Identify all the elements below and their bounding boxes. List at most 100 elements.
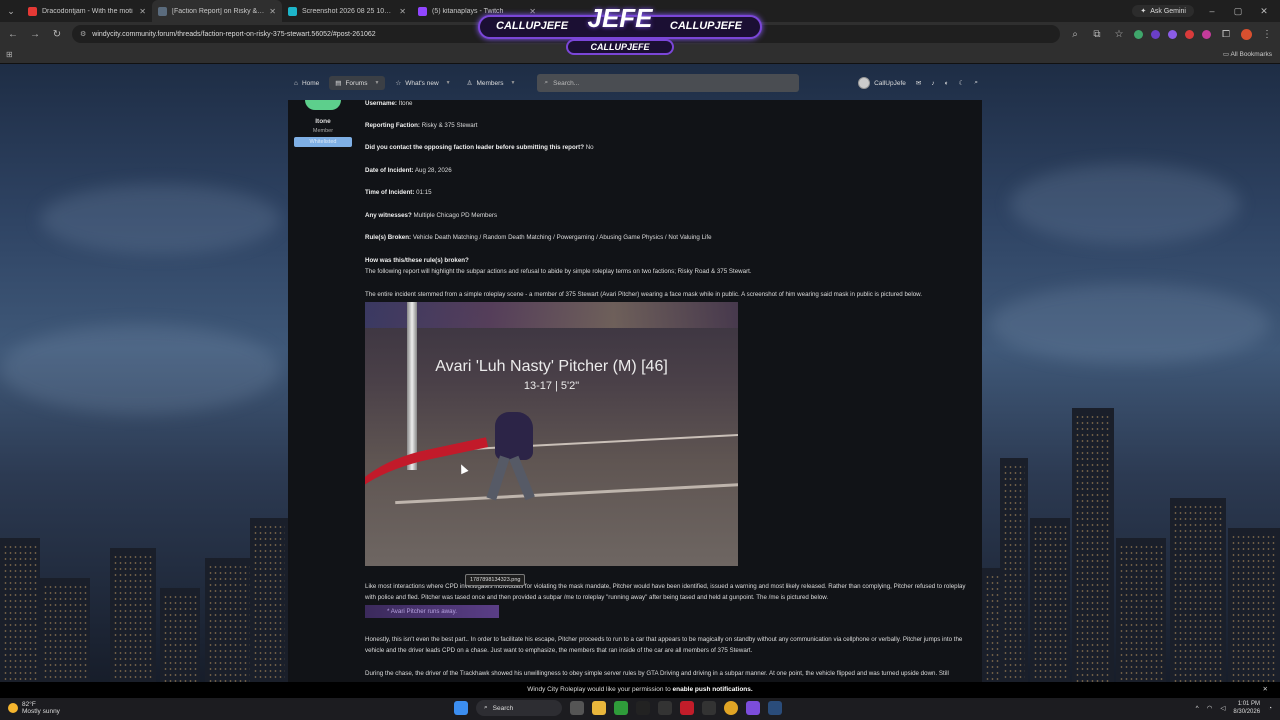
extension-purple-icon[interactable] xyxy=(1151,29,1160,39)
search-icon: ⌕ xyxy=(544,79,549,86)
scene-red-curb xyxy=(365,437,501,537)
taskbar-search[interactable]: ⌕ Search xyxy=(476,700,562,716)
app-icon[interactable] xyxy=(658,701,672,715)
paragraph-3: Honestly, this isn't even the best part.… xyxy=(365,636,963,654)
extension-red-icon[interactable] xyxy=(1185,29,1194,39)
bookmark-star-icon[interactable]: ☆ xyxy=(1112,29,1126,40)
ask-gemini-button[interactable]: ✦ Ask Gemini xyxy=(1132,5,1194,17)
volume-icon[interactable]: ◁ xyxy=(1220,704,1225,712)
background-cloud xyxy=(40,184,280,254)
envelope-icon[interactable]: ✉ xyxy=(916,79,921,87)
xbox-icon[interactable] xyxy=(614,701,628,715)
field-row: Date of Incident: Aug 28, 2026 xyxy=(365,167,452,174)
profile-avatar[interactable] xyxy=(1241,28,1252,40)
extension-magenta-icon[interactable] xyxy=(1202,29,1211,39)
scene-character xyxy=(483,406,545,506)
back-icon[interactable]: ← xyxy=(6,29,20,40)
search-icon: ⌕ xyxy=(484,704,488,711)
forward-icon[interactable]: → xyxy=(28,29,42,40)
close-tab-icon[interactable]: ✕ xyxy=(269,7,276,16)
nav-members[interactable]: ♙ Members ▼ xyxy=(461,76,522,90)
clock[interactable]: 1:01 PM 8/30/2026 xyxy=(1233,700,1260,716)
minimize-icon[interactable]: – xyxy=(1204,6,1220,16)
tab-3[interactable]: Screenshot 2026 08 25 100543 ✕ xyxy=(282,0,412,22)
user-menu: CallUpJefe ✉ ♪ ◐ ☾ ⌕ xyxy=(858,77,982,89)
wifi-icon[interactable]: ◠ xyxy=(1207,704,1213,712)
character-leg xyxy=(509,455,535,501)
tab-search-icon[interactable]: ⌄ xyxy=(0,0,22,22)
discord-icon[interactable] xyxy=(746,701,760,715)
install-icon[interactable]: ⧉ xyxy=(1090,29,1104,40)
skyline-building xyxy=(1170,498,1226,698)
chevron-down-icon[interactable]: ▼ xyxy=(446,80,451,86)
forum-favicon-icon xyxy=(158,6,167,16)
moon-icon[interactable]: ☾ xyxy=(959,79,965,87)
notice-text: Windy City Roleplay would like your perm… xyxy=(527,686,671,693)
nav-forums-label: Forums xyxy=(345,79,368,87)
site-info-icon[interactable]: ⚙ xyxy=(80,30,86,38)
scene-lights xyxy=(365,302,738,328)
app-red-icon[interactable] xyxy=(680,701,694,715)
tab-1[interactable]: Dracodontjam - With the moti ✕ xyxy=(22,0,152,22)
windows-start-icon[interactable] xyxy=(454,701,468,715)
search-icon[interactable]: ⌕ xyxy=(974,79,978,87)
chevron-down-icon[interactable]: ▼ xyxy=(511,80,516,86)
nav-forums[interactable]: ▤ Forums ▼ xyxy=(329,76,386,90)
author-name[interactable]: Itone xyxy=(294,118,352,125)
app-icon[interactable] xyxy=(702,701,716,715)
me-action-image[interactable]: * Avari Pitcher runs away. xyxy=(365,605,499,618)
close-tab-icon[interactable]: ✕ xyxy=(139,7,146,16)
tab-title: Dracodontjam - With the moti xyxy=(42,7,133,15)
author-banner: Whitelisted xyxy=(294,137,352,147)
field-label: Did you contact the opposing faction lea… xyxy=(365,144,584,151)
chrome-icon[interactable] xyxy=(724,701,738,715)
task-view-icon[interactable] xyxy=(570,701,584,715)
extension-violet-icon[interactable] xyxy=(1168,29,1177,39)
nav-home-label: Home xyxy=(301,79,320,87)
menu-kebab-icon[interactable]: ⋮ xyxy=(1260,29,1274,40)
weather-widget[interactable]: 82°F Mostly sunny xyxy=(8,701,60,715)
chevron-up-icon[interactable]: ^ xyxy=(1196,705,1199,712)
field-row: Did you contact the opposing faction lea… xyxy=(365,144,594,151)
contrast-icon[interactable]: ◐ xyxy=(945,80,949,87)
overlay-left-handle: CALLUPJEFE xyxy=(496,20,569,32)
file-explorer-icon[interactable] xyxy=(592,701,606,715)
field-value: Multiple Chicago PD Members xyxy=(413,212,498,219)
image-favicon-icon xyxy=(288,6,297,16)
notification-bell-icon[interactable]: ◔ xyxy=(1268,705,1272,712)
tab-2-active[interactable]: [Faction Report] on Risky & 375 ✕ xyxy=(152,0,282,22)
close-window-icon[interactable]: ✕ xyxy=(1256,6,1272,17)
steam-icon[interactable] xyxy=(768,701,782,715)
character-leg xyxy=(486,455,510,501)
field-value: Risky & 375 Stewart xyxy=(421,122,478,129)
avatar xyxy=(858,77,871,89)
chevron-down-icon[interactable]: ▼ xyxy=(374,80,379,86)
background-cloud xyxy=(0,324,280,414)
account-button[interactable]: CallUpJefe xyxy=(858,77,906,89)
attached-screenshot[interactable]: Avari 'Luh Nasty' Pitcher (M) [46] 13-17… xyxy=(365,302,738,566)
nav-home[interactable]: ⌂ Home xyxy=(288,77,325,90)
nav-whats-new[interactable]: ☆ What's new ▼ xyxy=(389,76,456,90)
system-tray: ^ ◠ ◁ 1:01 PM 8/30/2026 ◔ xyxy=(1196,700,1272,716)
bell-icon[interactable]: ♪ xyxy=(931,80,934,87)
all-bookmarks-label: All Bookmarks xyxy=(1230,51,1272,58)
forum-search-input[interactable]: ⌕ Search... xyxy=(537,74,800,92)
close-icon[interactable]: ✕ xyxy=(1263,682,1268,698)
all-bookmarks-button[interactable]: ▭ All Bookmarks xyxy=(1223,50,1272,58)
close-tab-icon[interactable]: ✕ xyxy=(399,7,406,16)
zoom-icon[interactable]: ⌕ xyxy=(1068,29,1082,40)
extension-green-icon[interactable] xyxy=(1134,29,1143,39)
apps-grid-icon[interactable]: ⊞ xyxy=(6,50,13,59)
maximize-icon[interactable]: ▢ xyxy=(1230,6,1246,17)
author-avatar[interactable] xyxy=(305,100,341,110)
character-body xyxy=(495,412,533,460)
app-icon[interactable] xyxy=(636,701,650,715)
reload-icon[interactable]: ↻ xyxy=(50,29,64,40)
paragraph-2: Like most interactions where CPD investi… xyxy=(365,583,966,601)
forums-icon: ▤ xyxy=(335,80,342,87)
skyline-building xyxy=(1116,538,1166,698)
enable-push-link[interactable]: enable push notifications. xyxy=(673,686,753,693)
extensions-puzzle-icon[interactable]: ⧠ xyxy=(1219,29,1233,40)
username-label: CallUpJefe xyxy=(874,79,906,87)
date: 8/30/2026 xyxy=(1233,709,1261,715)
